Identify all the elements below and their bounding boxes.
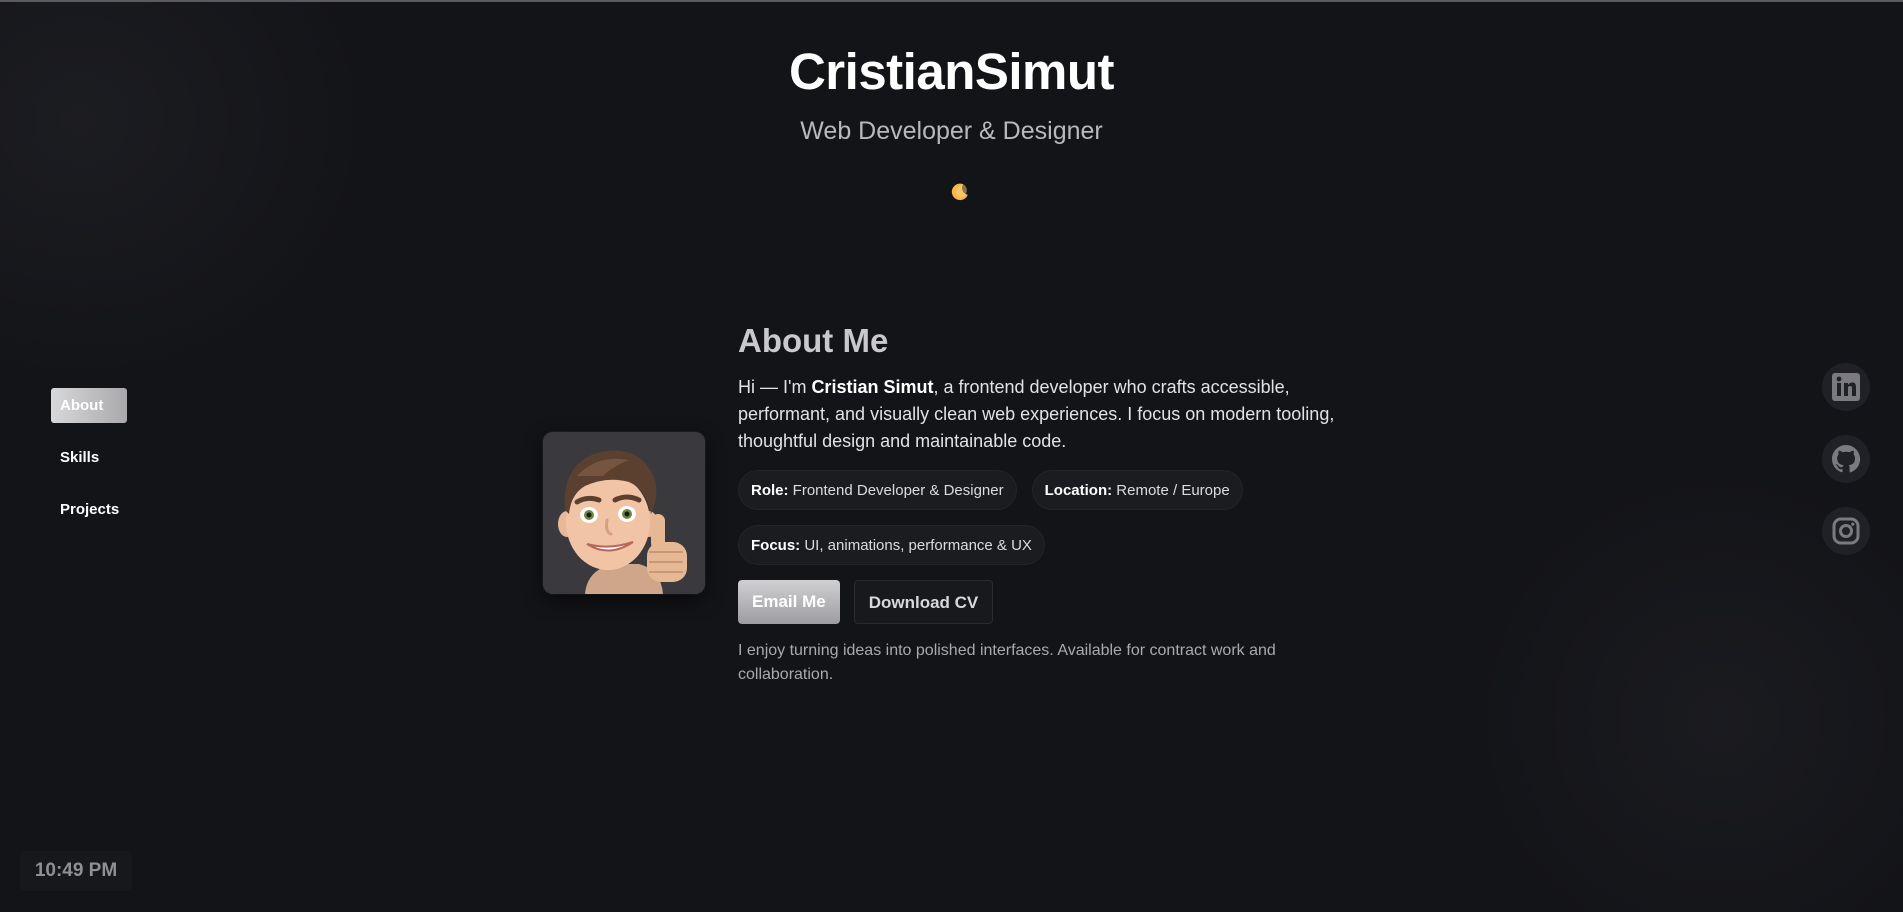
- location-chip: Location: Remote / Europe: [1031, 470, 1243, 510]
- theme-toggle-button[interactable]: [945, 177, 975, 207]
- about-section: About Me Hi — I'm Cristian Simut, a fron…: [738, 322, 1348, 687]
- chip-value: Remote / Europe: [1116, 482, 1230, 499]
- github-icon: [1832, 445, 1861, 473]
- availability-note: I enjoy turning ideas into polished inte…: [738, 642, 1276, 683]
- clock-display: 10:49 PM: [20, 851, 132, 891]
- chip-key: Role:: [751, 482, 789, 499]
- intro-name: Cristian Simut: [811, 377, 934, 397]
- action-buttons: Email Me Download CV: [738, 580, 1348, 624]
- focus-chip: Focus: UI, animations, performance & UX: [738, 525, 1045, 565]
- nav-item-projects[interactable]: Projects: [51, 492, 127, 527]
- about-intro: Hi — I'm Cristian Simut, a frontend deve…: [738, 374, 1348, 455]
- github-link[interactable]: [1822, 435, 1870, 483]
- about-heading: About Me: [738, 322, 889, 359]
- chip-key: Focus:: [751, 537, 801, 554]
- chip-row-1: Role: Frontend Developer & Designer Loca…: [738, 470, 1348, 510]
- chip-value: Frontend Developer & Designer: [792, 482, 1004, 499]
- top-border: [0, 0, 1903, 2]
- moon-icon: [951, 183, 968, 201]
- side-navigation: About Skills Projects: [51, 388, 127, 544]
- instagram-link[interactable]: [1822, 507, 1870, 555]
- nav-item-about[interactable]: About: [51, 388, 127, 423]
- social-links: [1822, 363, 1870, 579]
- intro-prefix: Hi — I'm: [738, 377, 812, 397]
- site-subtitle: Web Developer & Designer: [800, 117, 1103, 145]
- site-title: CristianSimut: [788, 43, 1115, 100]
- email-me-button[interactable]: Email Me: [738, 580, 840, 624]
- instagram-icon: [1832, 517, 1860, 545]
- download-cv-button[interactable]: Download CV: [853, 580, 994, 624]
- chip-key: Location:: [1044, 482, 1113, 499]
- nav-item-skills[interactable]: Skills: [51, 440, 127, 475]
- role-chip: Role: Frontend Developer & Designer: [738, 470, 1017, 510]
- chip-value: UI, animations, performance & UX: [804, 537, 1032, 554]
- avatar: [543, 432, 705, 594]
- chip-row-2: Focus: UI, animations, performance & UX: [738, 525, 1348, 565]
- memoji-avatar-icon: [543, 432, 705, 594]
- linkedin-link[interactable]: [1822, 363, 1870, 411]
- linkedin-icon: [1832, 373, 1860, 401]
